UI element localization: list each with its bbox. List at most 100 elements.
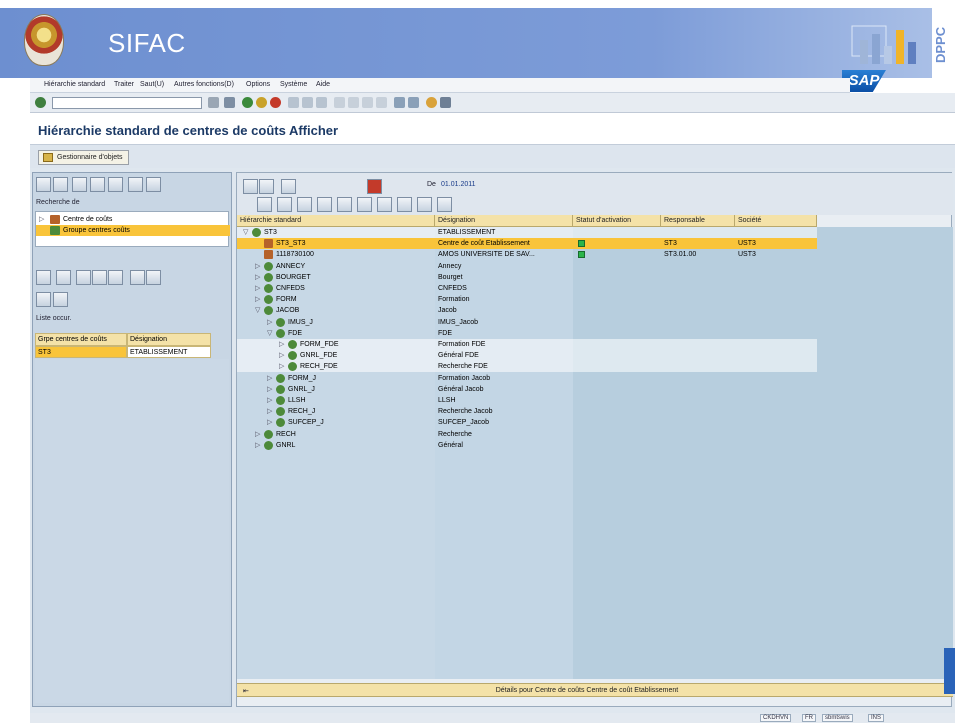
table-row[interactable]: ▷ SUFCEP_J SUFCEP_Jacob [237, 417, 953, 428]
table-cell[interactable]: ETABLISSEMENT [127, 346, 211, 358]
overview-button[interactable] [281, 179, 296, 194]
column-header-designation[interactable]: Désignation [435, 215, 573, 227]
refresh-button[interactable] [146, 177, 161, 192]
menu-saut[interactable]: Saut(U) [140, 81, 164, 88]
table-row[interactable]: ▷ GNRL_J Général Jacob [237, 384, 953, 395]
table-row[interactable]: ▷ FORM Formation [237, 294, 953, 305]
menu-autres-fonctions[interactable]: Autres fonctions(D) [174, 81, 234, 88]
expand-node-icon[interactable]: ▷ [255, 272, 262, 283]
export-button[interactable] [130, 270, 145, 285]
column-header-designation[interactable]: Désignation [127, 333, 211, 346]
table-row[interactable]: ▷ GNRL Général [237, 440, 953, 451]
table-row[interactable]: ▽ FDE FDE [237, 328, 953, 339]
expand-node-icon[interactable]: ▷ [279, 350, 286, 361]
expand-node-icon[interactable]: ▷ [279, 339, 286, 350]
print-button[interactable] [76, 270, 91, 285]
status-mode[interactable]: INS [868, 714, 885, 722]
column-header-responsable[interactable]: Responsable [661, 215, 735, 227]
expand-node-icon[interactable]: ▷ [267, 395, 274, 406]
column-header-group[interactable]: Grpe centres de coûts [35, 333, 127, 346]
shortcut-icon[interactable] [408, 97, 419, 108]
table-row[interactable]: 1118730100 AMOS UNIVERSITE DE SAV... ST3.0… [237, 249, 953, 260]
table-row[interactable]: ST3_ST3 Centre de coût Etablissement ST3 US… [237, 238, 817, 250]
collapse-node-icon[interactable]: ▽ [243, 227, 250, 238]
column-header-status[interactable]: Statut d'activation [573, 215, 661, 227]
add-button[interactable] [297, 197, 312, 212]
previous-page-icon[interactable] [348, 97, 359, 108]
find-icon[interactable] [302, 97, 313, 108]
expand-node-icon[interactable]: ▷ [267, 384, 274, 395]
expand-node-icon[interactable]: ▷ [267, 406, 274, 417]
table-cell[interactable]: ST3 [35, 346, 127, 358]
collapse-node-icon[interactable]: ▽ [255, 305, 262, 316]
new-session-icon[interactable] [394, 97, 405, 108]
move-button[interactable] [337, 197, 352, 212]
menu-hierarchie[interactable]: Hiérarchie standard [44, 81, 105, 88]
table-row[interactable]: ▷ RECH_J Recherche Jacob [237, 406, 953, 417]
table-row[interactable]: ▷ IMUS_J IMUS_Jacob [237, 317, 953, 328]
menu-traiter[interactable]: Traiter [114, 81, 134, 88]
table-row[interactable]: ▷ FORM_J Formation Jacob [237, 373, 953, 384]
table-row[interactable]: ▽ ST3 ETABLISSEMENT [237, 227, 817, 238]
menu-systeme[interactable]: Système [280, 81, 307, 88]
expand-node-icon[interactable]: ▷ [279, 361, 286, 372]
book-icon[interactable] [367, 179, 382, 194]
selection-button[interactable] [90, 177, 105, 192]
column-header-societe[interactable]: Société [735, 215, 817, 227]
detail-toggle-icon[interactable]: ⇤ [243, 687, 249, 695]
expand-node-icon[interactable]: ▷ [267, 317, 274, 328]
table-row[interactable]: ▷ BOURGET Bourget [237, 272, 953, 283]
find-next-icon[interactable] [316, 97, 327, 108]
find-button[interactable] [56, 270, 71, 285]
forward-hierarchy-button[interactable] [259, 179, 274, 194]
collapse-node-icon[interactable]: ▽ [267, 328, 274, 339]
table-row[interactable]: ▷ RECH Recherche [237, 429, 953, 440]
back-nav-button[interactable] [36, 177, 51, 192]
chart-button[interactable] [437, 197, 452, 212]
structure-button[interactable] [357, 197, 372, 212]
exit-icon[interactable] [256, 97, 267, 108]
back-hierarchy-button[interactable] [243, 179, 258, 194]
table-row[interactable]: ▷ GNRL_FDE Général FDE [237, 350, 817, 362]
expand-node-icon[interactable]: ▷ [255, 440, 262, 451]
expand-node-icon[interactable]: ▷ [267, 373, 274, 384]
cancel-icon[interactable] [270, 97, 281, 108]
tree-item-cost-center-group[interactable]: Groupe centres coûts [36, 225, 230, 236]
table-row[interactable]: ▷ ANNECY Annecy [237, 261, 953, 272]
expand-icon[interactable]: ▷ [39, 214, 46, 225]
tree-item-cost-center[interactable]: ▷ Centre de coûts [36, 214, 230, 225]
find-hierarchy-button[interactable] [377, 197, 392, 212]
table-row[interactable]: ▽ JACOB Jacob [237, 305, 953, 316]
table-row[interactable]: ▷ LLSH LLSH [237, 395, 953, 406]
save-icon[interactable] [224, 97, 235, 108]
table-row[interactable]: ▷ RECH_FDE Recherche FDE [237, 361, 817, 373]
select-all-button[interactable] [36, 292, 51, 307]
dropdown-icon[interactable] [208, 97, 219, 108]
filter-hierarchy-button[interactable] [397, 197, 412, 212]
expand-node-icon[interactable]: ▷ [255, 429, 262, 440]
enter-icon[interactable] [35, 97, 46, 108]
collapse-all-button[interactable] [277, 197, 292, 212]
table-row[interactable]: ▷ FORM_FDE Formation FDE [237, 339, 817, 350]
search-area-button[interactable] [72, 177, 87, 192]
remove-button[interactable] [317, 197, 332, 212]
deselect-button[interactable] [53, 292, 68, 307]
print-icon[interactable] [288, 97, 299, 108]
object-manager-button[interactable]: Gestionnaire d'objets [38, 150, 129, 165]
back-icon[interactable] [242, 97, 253, 108]
command-field[interactable] [52, 97, 202, 109]
menu-options[interactable]: Options [246, 81, 270, 88]
more-button[interactable] [146, 270, 161, 285]
expand-node-icon[interactable]: ▷ [255, 294, 262, 305]
expand-node-icon[interactable]: ▷ [267, 417, 274, 428]
help-icon[interactable] [426, 97, 437, 108]
first-page-icon[interactable] [334, 97, 345, 108]
forward-nav-button[interactable] [53, 177, 68, 192]
menu-aide[interactable]: Aide [316, 81, 330, 88]
filter-button[interactable] [128, 177, 143, 192]
table-row[interactable]: ▷ CNFEDS CNFEDS [237, 283, 953, 294]
column-header-hierarchy[interactable]: Hiérarchie standard [237, 215, 435, 227]
next-page-icon[interactable] [362, 97, 373, 108]
expand-node-icon[interactable]: ▷ [255, 261, 262, 272]
last-page-icon[interactable] [376, 97, 387, 108]
